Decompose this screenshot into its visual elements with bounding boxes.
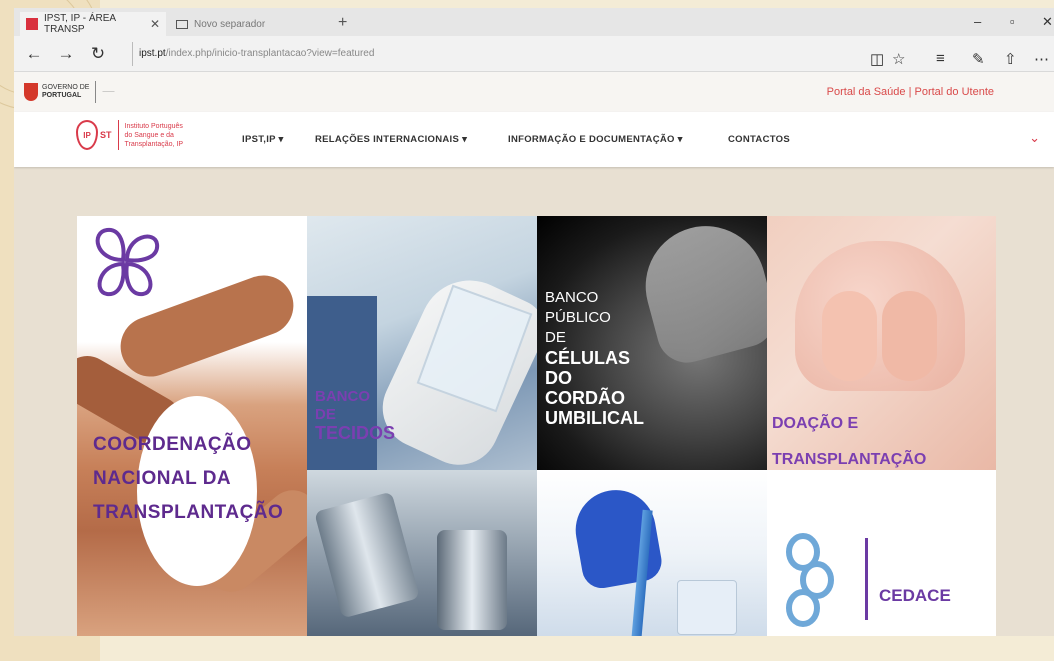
url-domain: ipst.pt <box>139 48 166 59</box>
portugal-flag-icon <box>24 83 38 101</box>
forward-icon[interactable]: → <box>54 44 78 64</box>
caption-line: TRANSPLANTAÇÃO <box>772 451 927 468</box>
caption-line: COORDENAÇÃO <box>93 434 252 455</box>
ipst-logo[interactable]: IP ST Instituto Português do Sangue e da… <box>76 120 183 150</box>
tile-tecidos-caption: BANCO DE TECIDOS <box>315 388 395 442</box>
caption-line: NACIONAL DA <box>93 468 232 489</box>
minimize-icon[interactable]: – <box>974 14 981 29</box>
ipst-drop-icon: IP <box>76 120 98 150</box>
maximize-icon[interactable]: ▫ <box>1010 14 1015 29</box>
caption-line: DE <box>315 406 336 423</box>
caption-line: TRANSPLANTAÇÃO <box>93 502 284 523</box>
ipst-favicon-icon <box>26 18 38 30</box>
tile-microscope-image[interactable] <box>307 470 537 636</box>
url-path: /index.php/inicio-transplantacao?view=fe… <box>165 48 375 59</box>
close-window-icon[interactable]: ✕ <box>1042 14 1053 30</box>
menu-relacoes-internacionais[interactable]: RELAÇÕES INTERNACIONAIS ▾ <box>315 134 467 145</box>
tab-new[interactable]: Novo separador <box>170 12 336 36</box>
tab-title: IPST, IP - ÁREA TRANSP <box>44 13 116 35</box>
favorite-star-icon[interactable]: ☆ <box>892 50 905 68</box>
url-field[interactable]: ipst.pt/index.php/inicio-transplantacao?… <box>132 41 852 66</box>
tile-banco-tecidos[interactable]: BANCO DE TECIDOS <box>307 216 537 470</box>
tab-bar: IPST, IP - ÁREA TRANSP ✕ Novo separador … <box>14 8 1054 36</box>
caption-line: UMBILICAL <box>545 408 644 428</box>
caption-line: DOAÇÃO E <box>772 415 859 432</box>
chevron-down-icon[interactable]: ⌄ <box>1029 130 1040 146</box>
tab-ipst[interactable]: IPST, IP - ÁREA TRANSP ✕ <box>20 12 166 36</box>
governo-portugal-logo[interactable]: GOVERNO DE PORTUGAL —— <box>24 81 114 103</box>
caption-line: TECIDOS <box>315 423 396 443</box>
tile-coordenacao-caption: COORDENAÇÃO NACIONAL DA TRANSPLANTAÇÃO <box>93 428 283 530</box>
tile-cedace[interactable]: CEDACE <box>767 470 996 636</box>
caption-line: BANCO <box>315 388 370 405</box>
logo-divider <box>117 120 119 150</box>
menu-informacao-documentacao[interactable]: INFORMAÇÃO E DOCUMENTAÇÃO ▾ <box>508 134 683 145</box>
ministry-mark: —— <box>102 89 115 95</box>
tab-page-icon <box>176 19 188 29</box>
close-tab-icon[interactable]: ✕ <box>150 17 160 31</box>
tile-lab-pipette-image[interactable] <box>537 470 767 636</box>
caption-line: CORDÃO <box>545 388 625 408</box>
caption-line: BANCO <box>545 289 599 306</box>
tab-title: Novo separador <box>194 18 266 30</box>
logo-text-3: Transplantação, IP <box>124 140 184 148</box>
logo-initials-top: IP <box>83 130 91 140</box>
logo-text-1: Instituto Português <box>124 122 183 130</box>
featured-grid: COORDENAÇÃO NACIONAL DA TRANSPLANTAÇÃO B… <box>77 216 996 636</box>
more-icon[interactable]: ⋯ <box>1034 50 1049 68</box>
logo-text-2: do Sangue e da <box>124 131 174 139</box>
clover-logo-icon <box>95 227 160 297</box>
portal-links[interactable]: Portal da Saúde | Portal do Utente <box>827 86 994 98</box>
tile-doacao-transplantacao[interactable]: DOAÇÃO E TRANSPLANTAÇÃO <box>767 216 996 470</box>
menu-contactos[interactable]: CONTACTOS <box>728 134 790 145</box>
tile-cordao-caption: BANCO PÚBLICO DE CÉLULAS DO CORDÃO UMBIL… <box>545 288 644 428</box>
tile-doacao-caption: DOAÇÃO E TRANSPLANTAÇÃO <box>772 406 926 470</box>
cedace-logo-icon <box>786 533 834 627</box>
new-tab-icon[interactable]: + <box>338 14 347 32</box>
caption-line: CÉLULAS <box>545 348 630 368</box>
hub-icon[interactable]: ≡ <box>936 50 945 67</box>
tile-celulas-cordao[interactable]: BANCO PÚBLICO DE CÉLULAS DO CORDÃO UMBIL… <box>537 216 767 470</box>
caption-line: DE <box>545 329 566 346</box>
site-navbar: IP ST Instituto Português do Sangue e da… <box>14 112 1054 167</box>
share-icon[interactable]: ⇧ <box>1004 50 1017 68</box>
screenshot-frame: IPST, IP - ÁREA TRANSP ✕ Novo separador … <box>0 0 1054 661</box>
refresh-icon[interactable]: ↻ <box>86 44 110 64</box>
reading-view-icon[interactable]: ◫ <box>870 50 884 68</box>
government-bar: GOVERNO DE PORTUGAL —— Portal da Saúde | … <box>14 72 1054 112</box>
back-icon[interactable]: ← <box>22 44 46 64</box>
web-note-icon[interactable]: ✎ <box>972 50 985 68</box>
gov-logo-line2: PORTUGAL <box>42 92 82 99</box>
gov-logo-line1: GOVERNO DE <box>42 84 90 91</box>
browser-window: IPST, IP - ÁREA TRANSP ✕ Novo separador … <box>14 8 1054 636</box>
menu-ipst[interactable]: IPST,IP ▾ <box>242 134 284 145</box>
cedace-divider <box>865 538 868 620</box>
divider <box>95 81 97 103</box>
caption-line: PÚBLICO <box>545 309 611 326</box>
caption-line: DO <box>545 368 572 388</box>
tile-cedace-caption: CEDACE <box>879 586 951 605</box>
logo-initials-bottom: ST <box>100 130 112 140</box>
tile-coordenacao[interactable]: COORDENAÇÃO NACIONAL DA TRANSPLANTAÇÃO <box>77 216 307 636</box>
